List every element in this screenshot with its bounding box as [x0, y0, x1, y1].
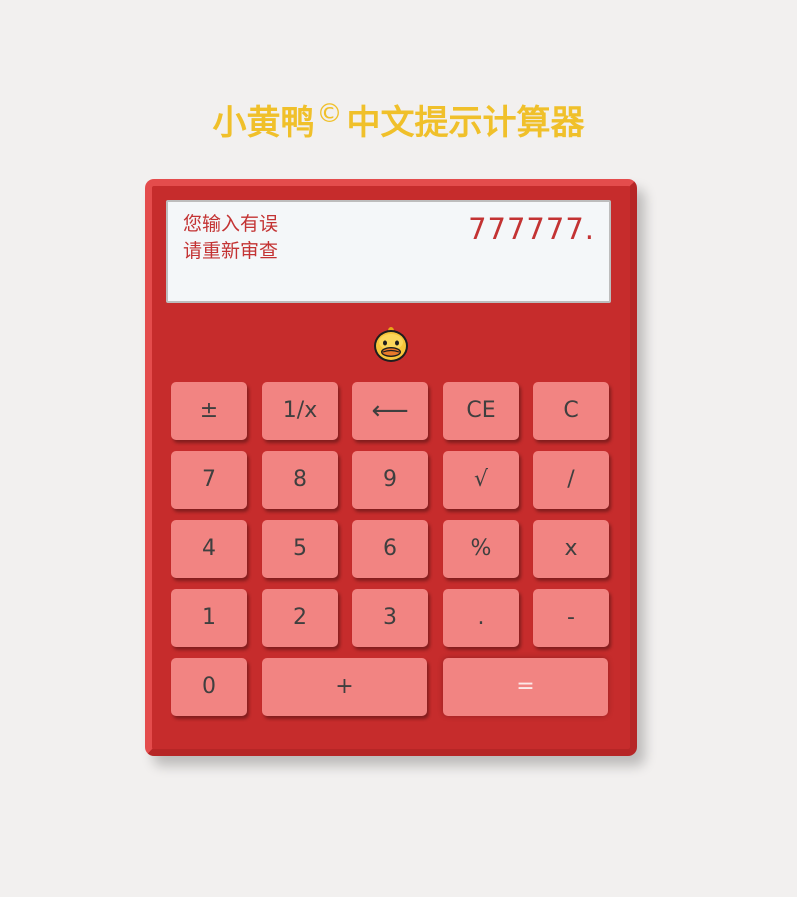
digit-2-button[interactable]: 2	[262, 589, 338, 647]
digit-7-button[interactable]: 7	[171, 451, 247, 509]
equals-button[interactable]: =	[443, 658, 608, 716]
page-title: 小黄鸭© 中文提示计算器	[0, 100, 797, 146]
reciprocal-button[interactable]: 1/x	[262, 382, 338, 440]
duck-icon	[374, 327, 408, 362]
decimal-button[interactable]: .	[443, 589, 519, 647]
copyright-mark: ©	[316, 98, 343, 129]
digit-8-button[interactable]: 8	[262, 451, 338, 509]
sqrt-button[interactable]: √	[443, 451, 519, 509]
digit-4-button[interactable]: 4	[171, 520, 247, 578]
divide-button[interactable]: /	[533, 451, 609, 509]
title-sub: 中文提示计算器	[346, 103, 585, 143]
backspace-button[interactable]: ⟵	[352, 382, 428, 440]
error-message-line-1: 您输入有误	[183, 213, 279, 235]
clear-button[interactable]: C	[533, 382, 609, 440]
negate-button[interactable]: ±	[171, 382, 247, 440]
title-main: 小黄鸭	[212, 103, 315, 143]
digit-1-button[interactable]: 1	[171, 589, 247, 647]
digit-0-button[interactable]: 0	[171, 658, 247, 716]
percent-button[interactable]: %	[443, 520, 519, 578]
error-message-line-2: 请重新审查	[183, 240, 279, 262]
display-value: 777777.	[468, 212, 595, 246]
page: 小黄鸭© 中文提示计算器 您输入有误 请重新审查 777777. ± 1/x ⟵ …	[0, 0, 797, 897]
digit-5-button[interactable]: 5	[262, 520, 338, 578]
digit-6-button[interactable]: 6	[352, 520, 428, 578]
minus-button[interactable]: -	[533, 589, 609, 647]
calculator-display: 您输入有误 请重新审查 777777.	[166, 200, 611, 303]
error-message: 您输入有误 请重新审查	[183, 211, 278, 265]
calculator-body: 您输入有误 请重新审查 777777. ± 1/x ⟵ CE C 7 8 9 √…	[145, 179, 637, 756]
digit-9-button[interactable]: 9	[352, 451, 428, 509]
multiply-button[interactable]: x	[533, 520, 609, 578]
clear-entry-button[interactable]: CE	[443, 382, 519, 440]
digit-3-button[interactable]: 3	[352, 589, 428, 647]
plus-button[interactable]: +	[262, 658, 427, 716]
